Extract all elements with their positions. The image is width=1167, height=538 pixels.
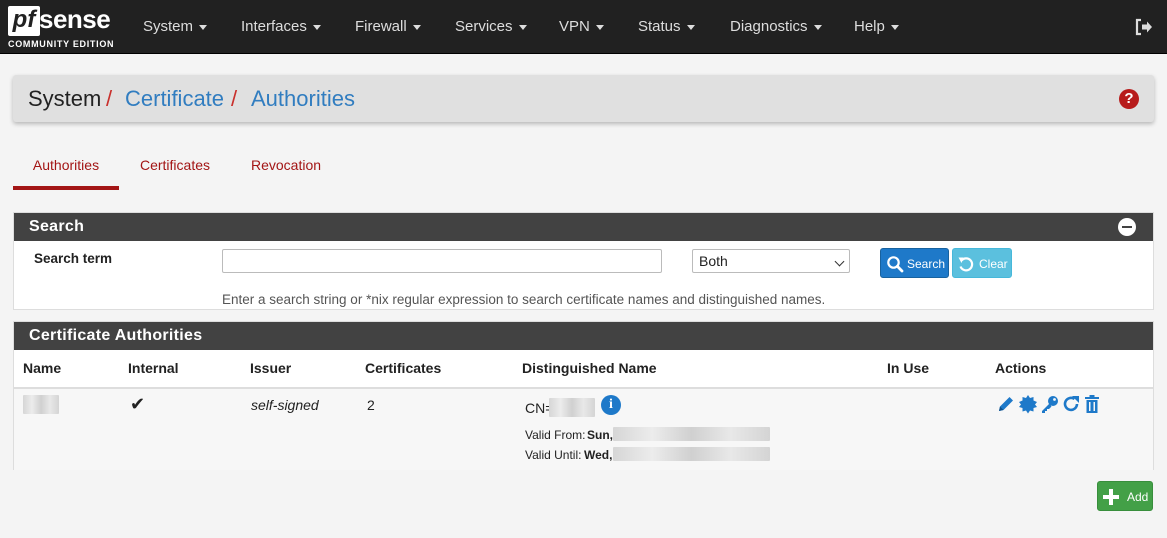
add-button-label: Add bbox=[1127, 490, 1149, 504]
key-icon[interactable] bbox=[1040, 394, 1060, 414]
renew-icon[interactable] bbox=[1061, 394, 1081, 414]
caret-down-icon bbox=[312, 24, 321, 30]
nav-status-label: Status bbox=[638, 18, 681, 35]
logo-sense: sense bbox=[39, 4, 111, 34]
clear-button-label: Clear bbox=[979, 257, 1008, 271]
nav-vpn-label: VPN bbox=[559, 18, 590, 35]
pfsense-logo[interactable]: pf sense COMMUNITY EDITION bbox=[8, 4, 118, 50]
search-panel: Search Search term Both Search Clear Ent… bbox=[13, 212, 1154, 310]
valid-from-label: Valid From: bbox=[525, 428, 586, 442]
valid-until-date-redacted bbox=[613, 447, 770, 461]
valid-until-label: Valid Until: bbox=[525, 448, 582, 462]
ca-certificate-count: 2 bbox=[367, 397, 375, 413]
search-panel-heading: Search bbox=[14, 213, 1153, 241]
nav-services[interactable]: Services bbox=[455, 0, 527, 54]
search-icon bbox=[887, 256, 904, 273]
clear-button[interactable]: Clear bbox=[952, 248, 1012, 278]
chevron-down-icon bbox=[834, 256, 845, 267]
certificate-authorities-panel: Certificate Authorities Name Internal Is… bbox=[13, 321, 1154, 470]
nav-firewall-label: Firewall bbox=[355, 18, 407, 35]
breadcrumb-system: System bbox=[28, 86, 102, 111]
column-header-in-use: In Use bbox=[887, 360, 930, 376]
trash-icon[interactable] bbox=[1082, 394, 1102, 414]
undo-icon bbox=[958, 257, 974, 272]
caret-down-icon bbox=[686, 24, 695, 30]
ca-panel-title: Certificate Authorities bbox=[29, 327, 203, 344]
plus-icon bbox=[1103, 489, 1119, 505]
column-header-name: Name bbox=[23, 360, 62, 376]
ca-name-redacted bbox=[23, 395, 59, 414]
caret-down-icon bbox=[595, 24, 604, 30]
nav-help[interactable]: Help bbox=[854, 0, 899, 54]
search-button[interactable]: Search bbox=[880, 248, 949, 278]
tab-certificates[interactable]: Certificates bbox=[131, 156, 219, 190]
caret-down-icon bbox=[813, 24, 822, 30]
column-header-issuer: Issuer bbox=[250, 360, 292, 376]
breadcrumb-authorities-link[interactable]: Authorities bbox=[251, 86, 355, 112]
logo-pf: pf bbox=[8, 6, 40, 36]
checkmark-icon: ✔ bbox=[130, 394, 146, 414]
nav-interfaces[interactable]: Interfaces bbox=[241, 0, 321, 54]
search-panel-title: Search bbox=[29, 218, 85, 235]
column-header-internal: Internal bbox=[128, 360, 179, 376]
column-header-actions: Actions bbox=[995, 360, 1047, 376]
nav-system[interactable]: System bbox=[143, 0, 208, 54]
nav-diagnostics[interactable]: Diagnostics bbox=[730, 0, 822, 54]
valid-from-day: Sun, bbox=[587, 428, 613, 442]
search-scope-select[interactable]: Both bbox=[692, 249, 850, 273]
breadcrumb-separator: / bbox=[231, 86, 238, 111]
info-icon[interactable]: i bbox=[601, 395, 621, 415]
column-header-distinguished-name: Distinguished Name bbox=[522, 360, 657, 376]
breadcrumb-certificate-link[interactable]: Certificate bbox=[125, 86, 224, 112]
valid-until-day: Wed, bbox=[584, 448, 613, 462]
help-icon[interactable]: ? bbox=[1119, 89, 1139, 109]
nav-system-label: System bbox=[143, 18, 194, 35]
search-button-label: Search bbox=[907, 257, 946, 271]
nav-diagnostics-label: Diagnostics bbox=[730, 18, 808, 35]
table-row: ✔ self-signed 2 CN= i Valid From: Sun, V… bbox=[14, 389, 1153, 470]
valid-from-date-redacted bbox=[613, 427, 770, 441]
caret-down-icon bbox=[199, 24, 208, 30]
nav-status[interactable]: Status bbox=[638, 0, 695, 54]
nav-interfaces-label: Interfaces bbox=[241, 18, 307, 35]
search-term-label: Search term bbox=[34, 251, 113, 266]
certificate-seal-icon[interactable] bbox=[1018, 394, 1038, 414]
tab-authorities[interactable]: Authorities bbox=[13, 156, 119, 190]
ca-dn-redacted bbox=[549, 398, 595, 417]
add-button[interactable]: Add bbox=[1097, 481, 1153, 511]
ca-issuer: self-signed bbox=[251, 397, 319, 413]
logout-icon[interactable] bbox=[1134, 17, 1154, 37]
nav-firewall[interactable]: Firewall bbox=[355, 0, 421, 54]
column-header-certificates: Certificates bbox=[365, 360, 442, 376]
nav-services-label: Services bbox=[455, 18, 513, 35]
search-help-text: Enter a search string or *nix regular ex… bbox=[222, 292, 826, 307]
caret-down-icon bbox=[518, 24, 527, 30]
nav-vpn[interactable]: VPN bbox=[559, 0, 604, 54]
ca-panel-heading: Certificate Authorities bbox=[14, 322, 1153, 350]
breadcrumb: System / Certificate / Authorities ? bbox=[13, 75, 1154, 122]
nav-help-label: Help bbox=[854, 18, 885, 35]
tab-revocation[interactable]: Revocation bbox=[243, 156, 329, 190]
collapse-icon[interactable] bbox=[1118, 218, 1136, 236]
top-navbar: pf sense COMMUNITY EDITION System Interf… bbox=[0, 0, 1167, 54]
caret-down-icon bbox=[412, 24, 421, 30]
logo-edition: COMMUNITY EDITION bbox=[8, 39, 115, 49]
search-input[interactable] bbox=[222, 249, 662, 273]
search-scope-value: Both bbox=[699, 253, 728, 269]
edit-pencil-icon[interactable] bbox=[996, 394, 1016, 414]
caret-down-icon bbox=[890, 24, 899, 30]
breadcrumb-separator: / bbox=[106, 86, 113, 111]
